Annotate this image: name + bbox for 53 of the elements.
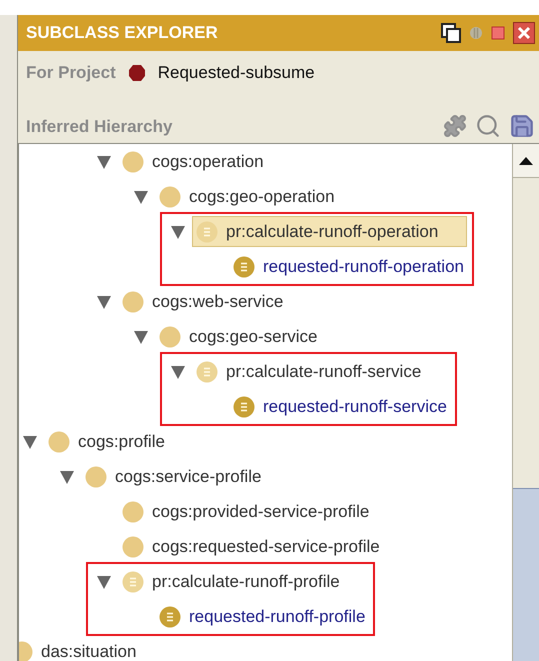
class-circle-icon — [48, 430, 70, 452]
expand-triangle-icon[interactable] — [96, 574, 112, 590]
tree-item[interactable]: cogs:geo-service — [155, 320, 322, 352]
tree-item[interactable]: cogs:service-profile — [81, 460, 266, 492]
expand-triangle-icon[interactable] — [133, 328, 149, 344]
lined-circle-icon — [159, 606, 181, 628]
tree-item[interactable]: requested-runoff-service — [229, 390, 451, 422]
class-circle-icon — [122, 290, 144, 312]
expand-triangle-icon[interactable] — [170, 364, 186, 380]
project-hexagon-icon — [128, 64, 146, 82]
scrollbar[interactable] — [512, 144, 539, 661]
tree-item[interactable]: cogs:web-service — [118, 286, 288, 318]
expand-triangle-icon[interactable] — [96, 154, 112, 170]
tree-item[interactable]: cogs:requested-service-profile — [118, 530, 384, 562]
class-circle-icon — [85, 466, 107, 488]
search-icon[interactable] — [475, 113, 501, 139]
lined-circle-icon — [233, 256, 255, 278]
tree-item[interactable]: cogs:geo-operation — [155, 180, 339, 212]
close-button[interactable] — [513, 22, 535, 44]
expand-triangle-icon[interactable] — [22, 434, 38, 450]
puzzle-icon[interactable] — [443, 114, 467, 138]
lined-circle-icon — [196, 220, 218, 242]
close-icon — [517, 26, 531, 40]
section-title: Inferred Hierarchy — [26, 116, 174, 138]
tree-item[interactable]: das:situation — [19, 636, 140, 661]
scroll-up-button[interactable] — [513, 144, 539, 178]
tree-item[interactable]: pr:calculate-runoff-service — [192, 356, 426, 388]
tree-item[interactable]: cogs:operation — [118, 146, 268, 178]
expand-triangle-icon[interactable] — [133, 188, 149, 204]
class-circle-icon — [122, 500, 144, 522]
up-arrow-icon — [519, 156, 533, 166]
tree-item[interactable]: cogs:profile — [44, 426, 169, 458]
project-label: For Project — [26, 62, 116, 84]
tree-item[interactable]: requested-runoff-profile — [155, 600, 370, 632]
expand-triangle-icon[interactable] — [96, 294, 112, 310]
scroll-thumb[interactable] — [513, 488, 539, 661]
lined-circle-icon — [233, 396, 255, 418]
tree-item[interactable]: pr:calculate-runoff-operation — [192, 216, 468, 248]
window-title: SUBCLASS EXPLORER — [26, 22, 219, 44]
save-icon[interactable] — [509, 113, 535, 139]
project-name: Requested-subsume — [158, 62, 315, 84]
tree-item[interactable]: requested-runoff-operation — [229, 250, 468, 282]
lined-circle-icon — [196, 360, 218, 382]
class-circle-icon — [159, 326, 181, 348]
class-circle-icon — [159, 186, 181, 208]
tree-item[interactable]: pr:calculate-runoff-profile — [118, 566, 344, 598]
class-circle-icon — [122, 536, 144, 558]
lined-circle-icon — [122, 570, 144, 592]
tree-item[interactable]: cogs:provided-service-profile — [118, 496, 374, 528]
expand-triangle-icon[interactable] — [59, 468, 75, 484]
expand-triangle-icon[interactable] — [170, 224, 186, 240]
class-circle-icon — [122, 150, 144, 172]
windows-icon[interactable] — [441, 23, 461, 43]
